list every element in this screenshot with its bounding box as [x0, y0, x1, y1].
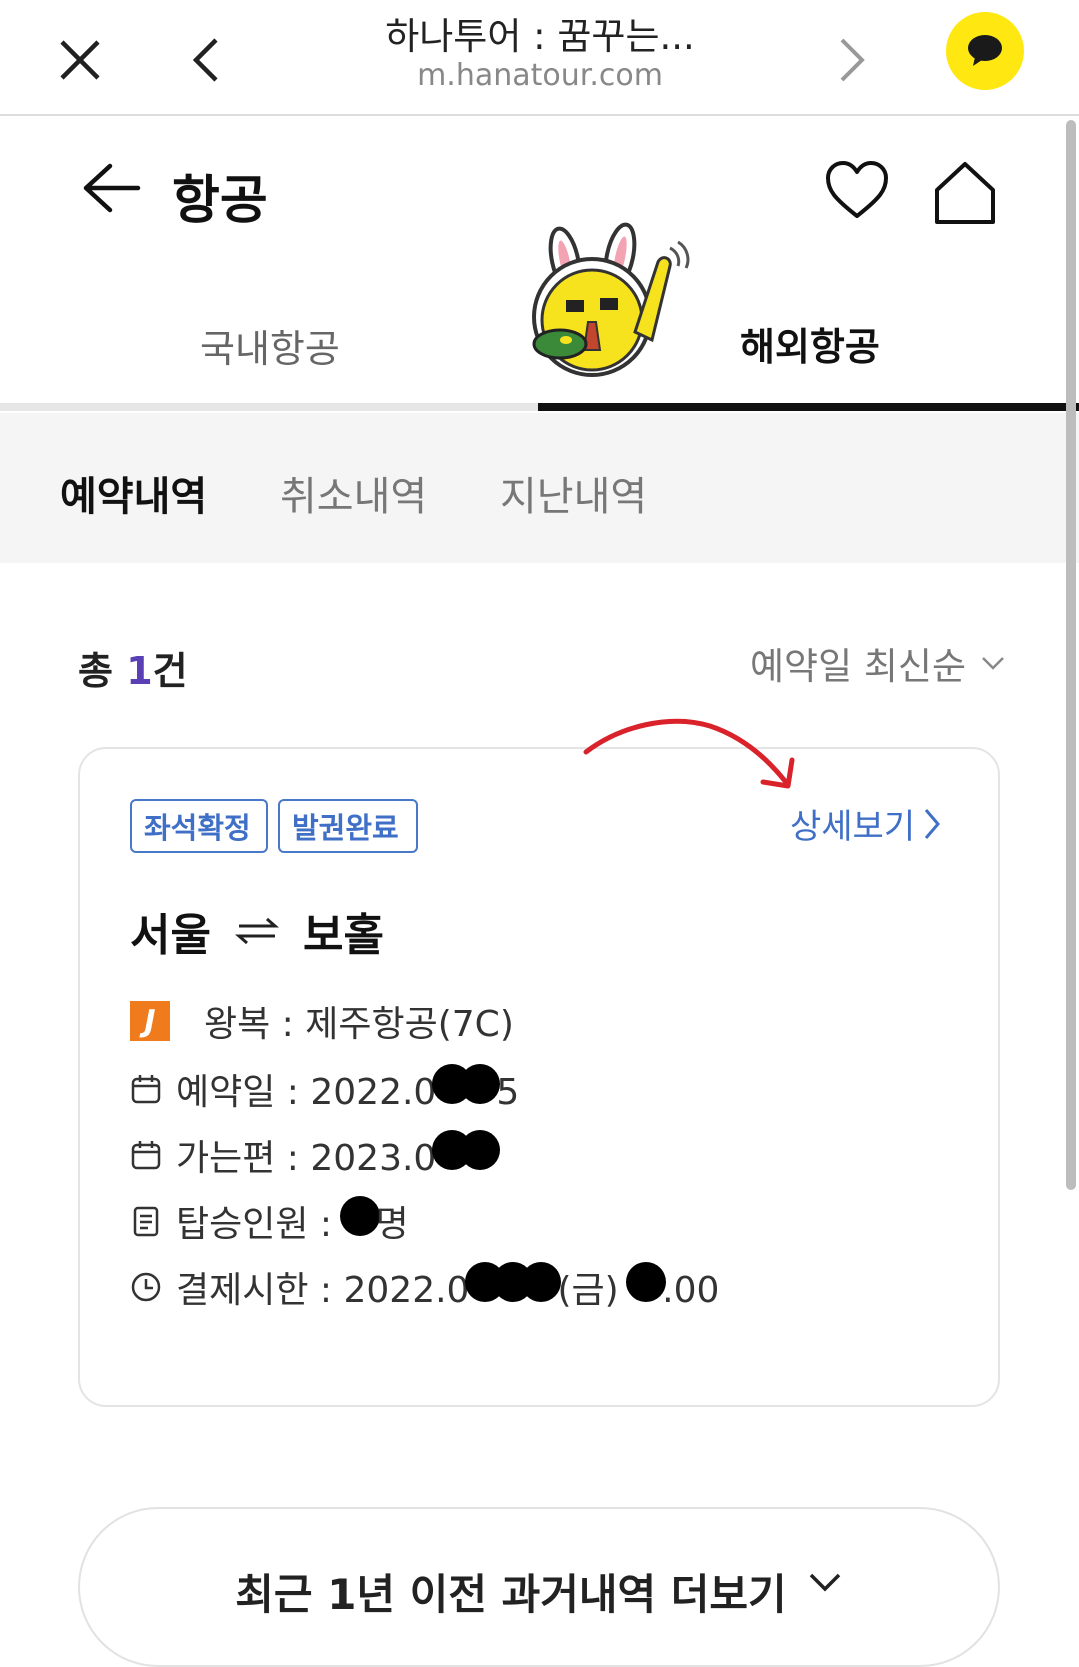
tab-international-flights[interactable]: 해외항공: [740, 316, 880, 371]
close-icon[interactable]: [44, 24, 116, 96]
kakao-chat-icon: [968, 35, 1002, 66]
document-icon: [133, 1206, 159, 1237]
home-icon[interactable]: [932, 160, 998, 230]
kakao-chat-button[interactable]: [946, 12, 1024, 90]
load-more-history-button[interactable]: 최근 1년 이전 과거내역 더보기: [78, 1507, 1000, 1667]
departure-row: 가는편 : 2023.0: [130, 1129, 501, 1181]
round-trip-arrows-icon: [234, 917, 279, 945]
airline-text: 왕복 : 제주항공(7C): [204, 1004, 514, 1045]
chevron-right-icon: [924, 808, 941, 839]
subtab-past[interactable]: 지난내역: [500, 464, 647, 522]
passengers-suffix: 명: [375, 1204, 409, 1245]
passengers-text: 탑승인원 :: [176, 1204, 344, 1245]
annotation-arrow: [583, 718, 795, 789]
route-origin: 서울: [130, 910, 211, 961]
calendar-icon: [131, 1075, 161, 1104]
booking-card: 좌석확정 발권완료 상세보기 서울 보홀 J 왕복 : 제주항공(7C) 예약일…: [78, 747, 1000, 1407]
total-number: 1: [126, 649, 153, 693]
redaction-mark: [432, 1130, 501, 1170]
route: 서울 보홀: [130, 899, 384, 963]
booking-date-suffix: 5: [496, 1072, 520, 1113]
total-prefix: 총: [78, 649, 127, 693]
payment-deadline-row: 결제시한 : 2022.0 (금) .00: [130, 1261, 719, 1313]
subtab-cancellations[interactable]: 취소내역: [280, 464, 427, 522]
route-destination: 보홀: [302, 910, 384, 961]
clock-icon: [131, 1272, 161, 1302]
mascot-sticker: [530, 222, 700, 386]
departure-text: 가는편 : 2023.0: [176, 1138, 437, 1179]
airline-row: J 왕복 : 제주항공(7C): [130, 995, 514, 1047]
sort-label: 예약일 최신순: [750, 645, 967, 688]
sort-select[interactable]: 예약일 최신순: [750, 636, 1006, 690]
redaction-mark: [465, 1262, 562, 1302]
booking-date-row: 예약일 : 2022.0 5: [130, 1063, 519, 1115]
status-badge-seat-confirmed: 좌석확정: [130, 799, 268, 853]
arrow-left-icon[interactable]: [80, 160, 142, 220]
total-suffix: 건: [152, 649, 188, 693]
subtab-reservations[interactable]: 예약내역: [60, 464, 207, 522]
heart-icon[interactable]: [824, 160, 890, 226]
redaction-mark: [432, 1064, 501, 1104]
page-title-url[interactable]: 하나투어 : 꿈꾸는...: [320, 6, 760, 60]
chevron-down-icon: [982, 657, 1004, 670]
payment-weekday: (금): [557, 1270, 631, 1311]
payment-deadline-text: 결제시한 : 2022.0: [176, 1270, 470, 1311]
back-icon[interactable]: [170, 24, 242, 96]
url-domain[interactable]: m.hanatour.com: [320, 58, 760, 93]
tab-domestic-flights[interactable]: 국내항공: [200, 318, 340, 373]
scrollbar[interactable]: [1066, 120, 1076, 1190]
chevron-down-icon: [809, 1573, 840, 1592]
redaction-mark: [626, 1262, 667, 1302]
booking-date-text: 예약일 : 2022.0: [176, 1072, 437, 1113]
passengers-row: 탑승인원 : 명: [130, 1195, 409, 1247]
forward-icon[interactable]: [816, 24, 888, 96]
total-count: 총 1건: [78, 640, 188, 695]
payment-time-suffix: .00: [662, 1270, 720, 1311]
jeju-air-logo-icon: J: [130, 1001, 170, 1041]
detail-link[interactable]: 상세보기: [790, 799, 941, 848]
status-badge-ticketed: 발권완료: [278, 799, 418, 853]
browser-toolbar: 하나투어 : 꿈꾸는... m.hanatour.com: [0, 0, 1079, 116]
redaction-mark: [339, 1196, 380, 1236]
calendar-icon: [131, 1141, 161, 1170]
page-title: 항공: [172, 171, 268, 231]
active-tab-indicator: [538, 403, 1079, 411]
load-more-label: 최근 1년 이전 과거내역 더보기: [235, 1570, 787, 1619]
